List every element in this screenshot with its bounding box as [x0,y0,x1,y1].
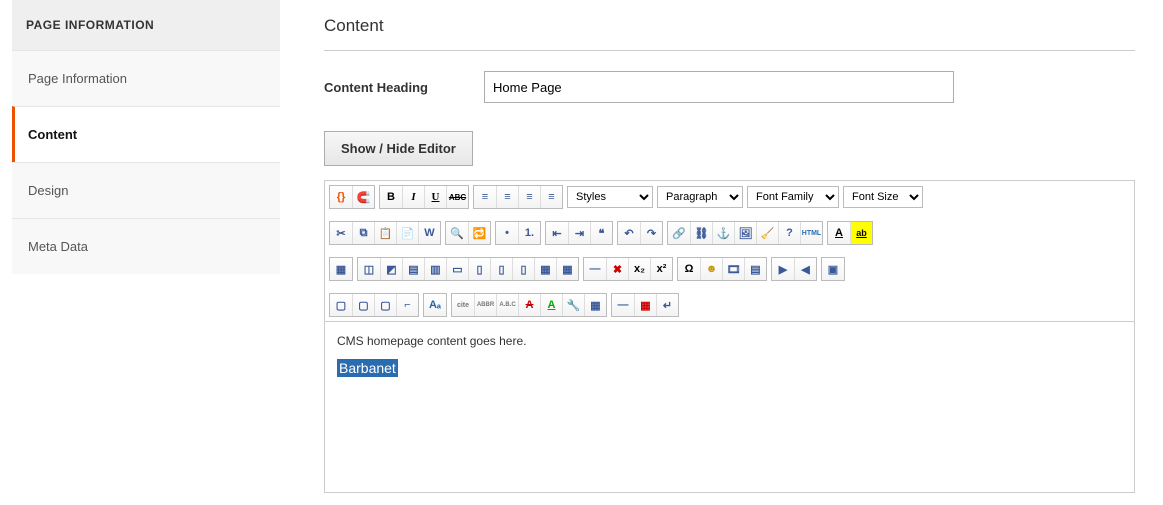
align-right-icon[interactable]: ≡ [518,186,540,208]
row-props-icon[interactable]: ◫ [358,258,380,280]
underline-icon[interactable]: U [424,186,446,208]
del-icon[interactable]: A [518,294,540,316]
anchor-icon[interactable]: ⚓ [712,222,734,244]
bold-icon[interactable]: B [380,186,402,208]
media-icon[interactable]: 🎞 [722,258,744,280]
sidebar-item-label: Design [28,183,68,198]
replace-icon[interactable]: 🔁 [468,222,490,244]
move-back-icon[interactable]: ▢ [352,294,374,316]
indent-icon[interactable]: ⇥ [568,222,590,244]
help-icon[interactable]: ? [778,222,800,244]
style-props-icon[interactable]: Aₐ [424,294,446,316]
cleanup-icon[interactable]: 🧹 [756,222,778,244]
subscript-icon[interactable]: x₂ [628,258,650,280]
abbr-icon[interactable]: ABBR [474,294,496,316]
insert-row-before-icon[interactable]: ▤ [402,258,424,280]
strikethrough-icon[interactable]: ABC [446,186,468,208]
editor-content-area[interactable]: CMS homepage content goes here. Barbanet [325,322,1134,492]
layer-icon[interactable]: ▢ [330,294,352,316]
align-justify-icon[interactable]: ≡ [540,186,562,208]
paste-text-icon[interactable]: 📄 [396,222,418,244]
bg-color-icon[interactable]: ab [850,222,872,244]
ul-icon[interactable]: • [496,222,518,244]
template-icon[interactable]: ▦ [634,294,656,316]
remove-format-icon[interactable]: ✖ [606,258,628,280]
toggle-editor-button[interactable]: Show / Hide Editor [324,131,473,166]
font-family-dropdown[interactable]: Font Family [747,186,839,208]
main-panel: Content Content Heading Show / Hide Edit… [280,0,1163,493]
sidebar-header: PAGE INFORMATION [12,0,280,50]
widget-icon[interactable]: {} [330,186,352,208]
split-cells-icon[interactable]: ▦ [534,258,556,280]
emoticon-icon[interactable]: ☻ [700,258,722,280]
sidebar-item-page-information[interactable]: Page Information [12,50,280,106]
redo-icon[interactable]: ↷ [640,222,662,244]
paste-word-icon[interactable]: W [418,222,440,244]
sidebar-item-meta-data[interactable]: Meta Data [12,218,280,274]
merge-cells-icon[interactable]: ▦ [556,258,578,280]
section-title: Content [324,16,1135,51]
html-icon[interactable]: HTML [800,222,822,244]
blockquote-icon[interactable]: ❝ [590,222,612,244]
image-icon[interactable]: 🖼 [734,222,756,244]
cite-icon[interactable]: cite [452,294,474,316]
sidebar-item-label: Content [28,127,77,142]
insert-row-after-icon[interactable]: ▥ [424,258,446,280]
field-label: Content Heading [324,80,484,95]
ins-icon[interactable]: A [540,294,562,316]
insert-col-before-icon[interactable]: ▯ [468,258,490,280]
pagebreak-icon[interactable]: ↵ [656,294,678,316]
move-forward-icon[interactable]: ▢ [374,294,396,316]
sidebar-item-content[interactable]: Content [12,106,280,162]
insert-col-after-icon[interactable]: ▯ [490,258,512,280]
italic-icon[interactable]: I [402,186,424,208]
delete-row-icon[interactable]: ▭ [446,258,468,280]
acronym-icon[interactable]: A.B.C [496,294,518,316]
find-icon[interactable]: 🔍 [446,222,468,244]
align-left-icon[interactable]: ≡ [474,186,496,208]
undo-icon[interactable]: ↶ [618,222,640,244]
copy-icon[interactable]: ⧉ [352,222,374,244]
sidebar: PAGE INFORMATION Page Information Conten… [0,0,280,493]
format-dropdown[interactable]: Paragraph [657,186,743,208]
font-size-dropdown[interactable]: Font Size [843,186,923,208]
editor-paragraph: CMS homepage content goes here. [337,334,1122,348]
sidebar-item-design[interactable]: Design [12,162,280,218]
field-content-heading: Content Heading [324,71,1135,103]
variable-icon[interactable]: 🧲 [352,186,374,208]
fullscreen-icon[interactable]: ▣ [822,258,844,280]
outdent-icon[interactable]: ⇤ [546,222,568,244]
nbsp-icon[interactable]: — [612,294,634,316]
wysiwyg-editor: {} 🧲 B I U ABC ≡ ≡ ≡ ≡ Styles Paragraph [324,180,1135,493]
styles-dropdown[interactable]: Styles [567,186,653,208]
ol-icon[interactable]: 1. [518,222,540,244]
attributes-icon[interactable]: 🔧 [562,294,584,316]
superscript-icon[interactable]: x² [650,258,672,280]
paste-icon[interactable]: 📋 [374,222,396,244]
unlink-icon[interactable]: ⛓ [690,222,712,244]
align-center-icon[interactable]: ≡ [496,186,518,208]
ltr-icon[interactable]: ▶ [772,258,794,280]
special-char-icon[interactable]: Ω [678,258,700,280]
rtl-icon[interactable]: ◀ [794,258,816,280]
flash-icon[interactable]: ▤ [744,258,766,280]
editor-toolbar: {} 🧲 B I U ABC ≡ ≡ ≡ ≡ Styles Paragraph [325,181,1134,322]
hr-icon[interactable]: — [584,258,606,280]
sidebar-item-label: Meta Data [28,239,88,254]
cell-props-icon[interactable]: ◩ [380,258,402,280]
editor-selected-text: Barbanet [337,359,398,377]
delete-col-icon[interactable]: ▯ [512,258,534,280]
sidebar-item-label: Page Information [28,71,127,86]
cut-icon[interactable]: ✂ [330,222,352,244]
content-heading-input[interactable] [484,71,954,103]
visual-aid-icon[interactable]: ▦ [584,294,606,316]
text-color-icon[interactable]: A [828,222,850,244]
table-icon[interactable]: ▦ [330,258,352,280]
absolute-icon[interactable]: ⌐ [396,294,418,316]
link-icon[interactable]: 🔗 [668,222,690,244]
